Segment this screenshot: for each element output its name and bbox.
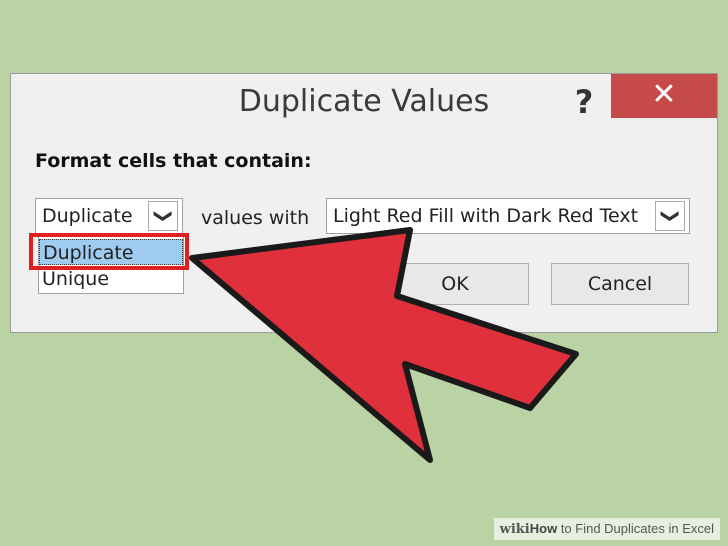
pointer-arrow-graphic [189,227,579,463]
watermark-wiki: wiki [499,522,530,537]
watermark-how: How [529,521,558,536]
watermark-title: to Find Duplicates in Excel [557,521,714,536]
wikihow-watermark: wikiHow to Find Duplicates in Excel [493,518,720,540]
red-arrow-icon [189,227,579,463]
